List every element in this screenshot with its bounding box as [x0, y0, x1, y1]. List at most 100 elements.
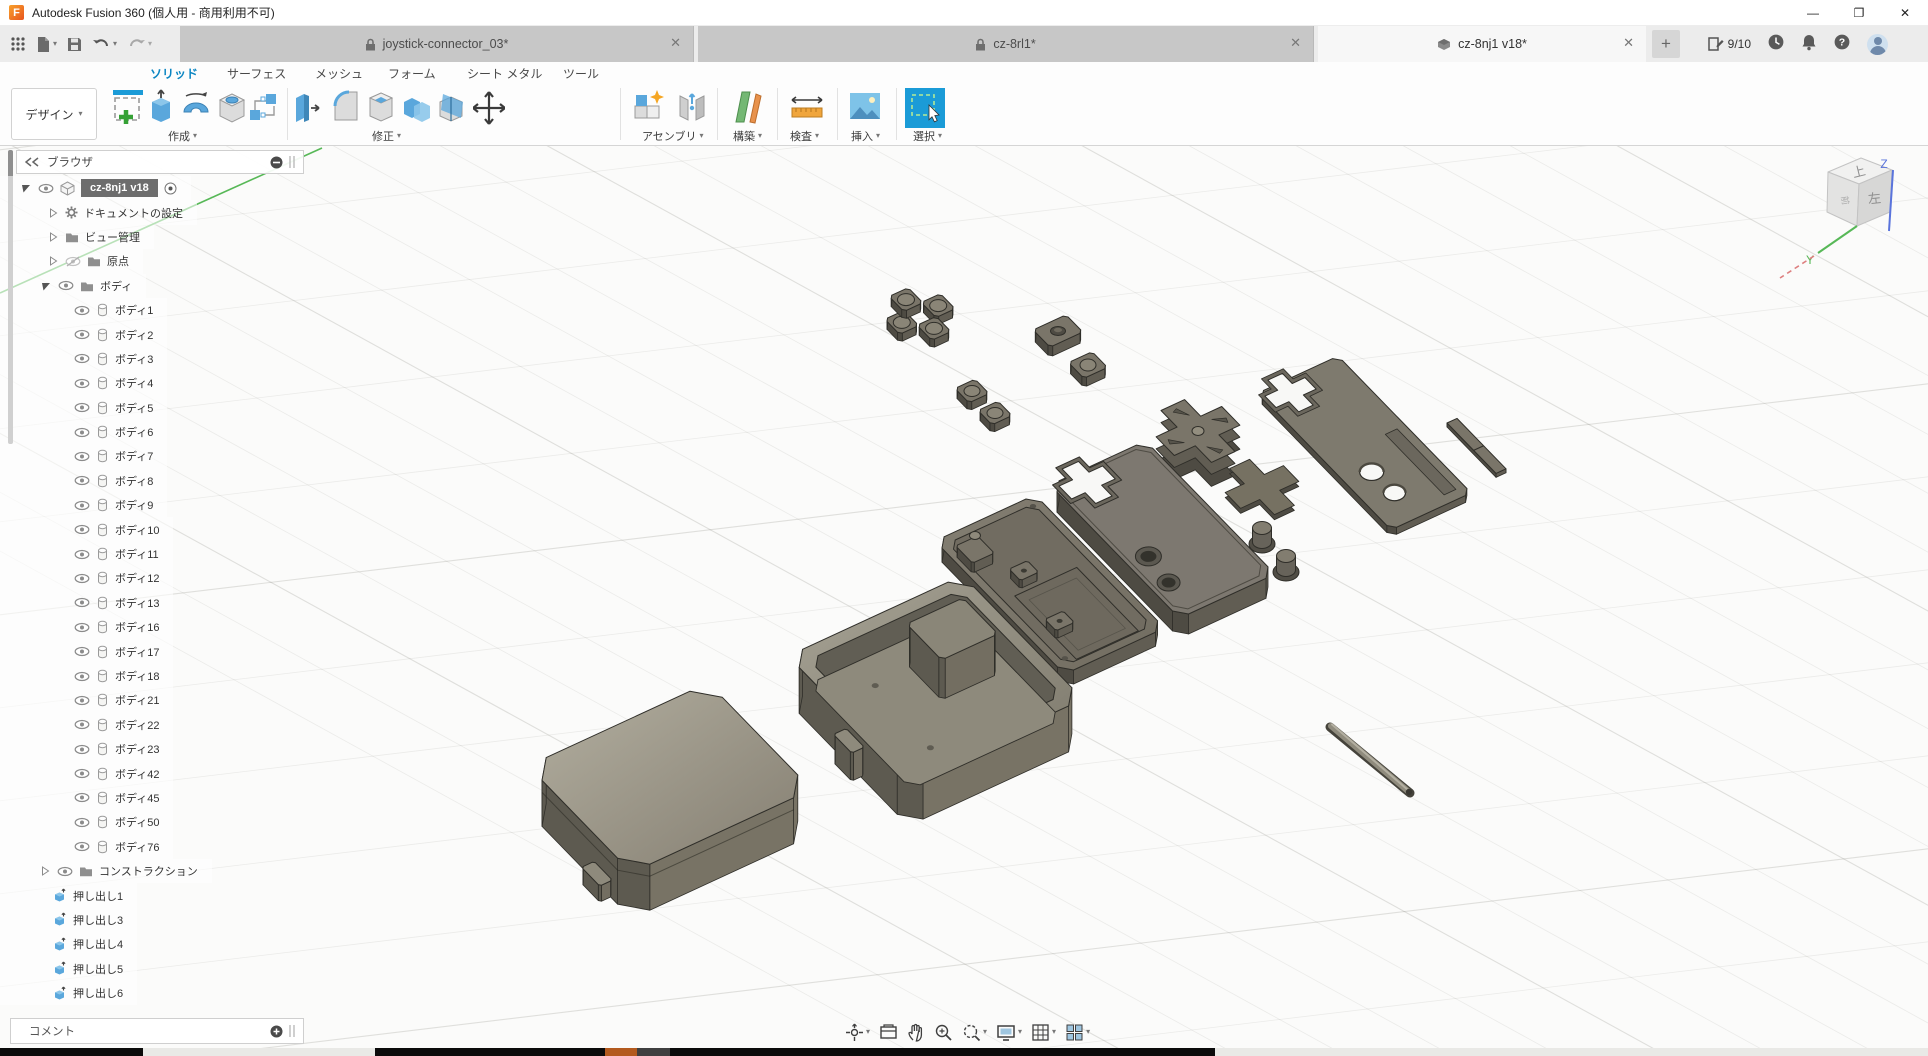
- zoom-icon[interactable]: [934, 1023, 953, 1042]
- visibility-eye-icon[interactable]: [74, 305, 90, 316]
- visibility-eye-icon[interactable]: [74, 573, 90, 584]
- browser-row-body[interactable]: ボディ16: [0, 615, 173, 639]
- visibility-eye-icon[interactable]: [74, 378, 90, 389]
- visibility-eye-icon[interactable]: [74, 768, 90, 779]
- visibility-eye-icon[interactable]: [74, 817, 90, 828]
- look-at-icon[interactable]: [879, 1023, 898, 1042]
- browser-row-body[interactable]: ボディ2: [0, 322, 167, 346]
- save-icon[interactable]: [67, 37, 82, 52]
- browser-row-body[interactable]: ボディ21: [0, 688, 173, 712]
- visibility-eye-icon[interactable]: [74, 646, 90, 657]
- zoom-window-icon[interactable]: ▾: [962, 1023, 987, 1042]
- minimize-button[interactable]: —: [1790, 0, 1836, 26]
- select-icon[interactable]: [905, 88, 945, 128]
- browser-row-bodies-folder[interactable]: ボディ: [0, 274, 146, 298]
- visibility-eye-icon[interactable]: [74, 500, 90, 511]
- visibility-eye-icon[interactable]: [38, 183, 54, 194]
- new-component-icon[interactable]: [632, 88, 668, 128]
- browser-row-body[interactable]: ボディ76: [0, 835, 173, 859]
- insert-image-icon[interactable]: [848, 88, 882, 128]
- browser-row-body[interactable]: ボディ12: [0, 566, 173, 590]
- ribbon-tab-solid[interactable]: ソリッド: [150, 65, 198, 82]
- new-tab-button[interactable]: +: [1652, 30, 1680, 58]
- visibility-eye-icon[interactable]: [74, 841, 90, 852]
- visibility-eye-off-icon[interactable]: [65, 256, 81, 267]
- help-icon[interactable]: ?: [1833, 33, 1851, 56]
- undo-icon[interactable]: ▾: [92, 37, 117, 51]
- browser-row-body[interactable]: ボディ13: [0, 591, 173, 615]
- browser-row-body[interactable]: ボディ3: [0, 347, 167, 371]
- move-icon[interactable]: [473, 88, 505, 128]
- viewports-icon[interactable]: ▾: [1065, 1023, 1090, 1042]
- visibility-eye-icon[interactable]: [74, 427, 90, 438]
- browser-row-feature[interactable]: 押し出し6: [0, 981, 137, 1005]
- browser-row-body[interactable]: ボディ8: [0, 469, 167, 493]
- browser-row-body[interactable]: ボディ1: [0, 298, 167, 322]
- orbit-icon[interactable]: ▾: [845, 1023, 870, 1042]
- browser-row-named-views[interactable]: ビュー管理: [0, 225, 154, 249]
- visibility-eye-icon[interactable]: [74, 622, 90, 633]
- grid-settings-icon[interactable]: ▾: [1031, 1023, 1056, 1042]
- display-settings-icon[interactable]: ▾: [996, 1023, 1022, 1042]
- visibility-eye-icon[interactable]: [74, 353, 90, 364]
- browser-row-body[interactable]: ボディ50: [0, 810, 173, 834]
- group-label-assemble[interactable]: アセンブリ▾: [642, 128, 703, 144]
- browser-row-body[interactable]: ボディ22: [0, 713, 173, 737]
- file-menu-icon[interactable]: ▾: [36, 36, 57, 53]
- browser-panel-header[interactable]: ブラウザ: [16, 150, 304, 174]
- fillet-icon[interactable]: [332, 88, 360, 128]
- ribbon-tab-form[interactable]: フォーム: [388, 65, 436, 82]
- group-label-modify[interactable]: 修正▾: [372, 128, 401, 144]
- visibility-eye-icon[interactable]: [74, 329, 90, 340]
- browser-row-origin[interactable]: 原点: [0, 249, 143, 273]
- ribbon-tab-sheetmetal[interactable]: シート メタル: [467, 65, 542, 82]
- browser-row-body[interactable]: ボディ9: [0, 493, 167, 517]
- notifications-bell-icon[interactable]: [1801, 33, 1817, 56]
- shell-icon[interactable]: [367, 88, 395, 128]
- construct-plane-icon[interactable]: [730, 88, 764, 128]
- close-button[interactable]: ✕: [1882, 0, 1928, 26]
- browser-row-body[interactable]: ボディ23: [0, 737, 173, 761]
- browser-row-root[interactable]: cz-8nj1 v18: [0, 176, 191, 200]
- comments-bar[interactable]: コメント: [10, 1018, 304, 1044]
- visibility-eye-icon[interactable]: [74, 695, 90, 706]
- group-label-construct[interactable]: 構築▾: [733, 128, 762, 144]
- visibility-eye-icon[interactable]: [74, 549, 90, 560]
- document-tab[interactable]: cz-8rl1* ✕: [698, 26, 1314, 62]
- workspace-selector[interactable]: デザイン▾: [11, 88, 97, 140]
- visibility-eye-icon[interactable]: [74, 402, 90, 413]
- visibility-eye-icon[interactable]: [58, 280, 74, 291]
- visibility-eye-icon[interactable]: [74, 792, 90, 803]
- document-tab-active[interactable]: cz-8nj1 v18* ✕: [1318, 26, 1646, 62]
- browser-row-body[interactable]: ボディ45: [0, 786, 173, 810]
- pan-icon[interactable]: [907, 1023, 925, 1042]
- ribbon-tab-mesh[interactable]: メッシュ: [315, 65, 363, 82]
- visibility-eye-icon[interactable]: [74, 597, 90, 608]
- press-pull-icon[interactable]: [293, 88, 323, 128]
- redo-icon[interactable]: ▾: [127, 37, 152, 51]
- browser-row-body[interactable]: ボディ5: [0, 396, 167, 420]
- revolve-icon[interactable]: [180, 88, 212, 128]
- browser-row-body[interactable]: ボディ4: [0, 371, 167, 395]
- visibility-eye-icon[interactable]: [74, 475, 90, 486]
- visibility-eye-icon[interactable]: [74, 524, 90, 535]
- browser-row-body[interactable]: ボディ11: [0, 542, 173, 566]
- tab-close-icon[interactable]: ✕: [1623, 35, 1634, 51]
- group-label-create[interactable]: 作成▾: [168, 128, 197, 144]
- browser-row-feature[interactable]: 押し出し4: [0, 932, 137, 956]
- document-tab[interactable]: joystick-connector_03* ✕: [180, 26, 694, 62]
- browser-row-body[interactable]: ボディ17: [0, 639, 173, 663]
- combine-icon[interactable]: [402, 88, 432, 128]
- extension-clock-icon[interactable]: [1767, 33, 1785, 56]
- browser-row-feature[interactable]: 押し出し5: [0, 957, 137, 981]
- visibility-eye-icon[interactable]: [74, 451, 90, 462]
- viewport-canvas[interactable]: 上左前ZY ブラウザ cz-8nj1 v18ドキュメントの設定ビュー管理原点ボデ…: [0, 146, 1928, 1048]
- browser-row-body[interactable]: ボディ6: [0, 420, 167, 444]
- browser-row-document-settings[interactable]: ドキュメントの設定: [0, 200, 197, 224]
- group-label-insert[interactable]: 挿入▾: [851, 128, 880, 144]
- split-body-icon[interactable]: [437, 88, 467, 128]
- extrude-icon[interactable]: [148, 88, 174, 128]
- browser-row-body[interactable]: ボディ42: [0, 761, 173, 785]
- browser-row-feature[interactable]: 押し出し3: [0, 908, 137, 932]
- tab-close-icon[interactable]: ✕: [1290, 35, 1301, 51]
